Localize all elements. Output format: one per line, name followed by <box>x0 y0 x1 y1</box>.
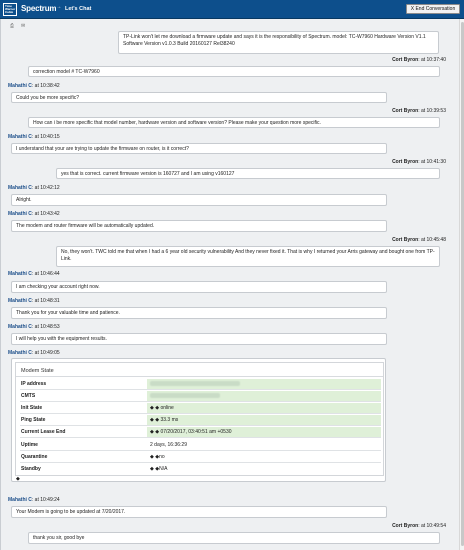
message-time: : at 10:41:30 <box>418 159 446 165</box>
twc-logo: Time Warner Cable <box>3 3 17 16</box>
agent-name: Mahathi C <box>8 211 32 217</box>
modem-row-key: CMTS <box>21 393 36 399</box>
modem-row-quarantine: Quarantine ◆ ◆no <box>20 452 381 463</box>
agent-name: Mahathi C <box>8 83 32 89</box>
message-time: : at 10:49:54 <box>418 523 446 529</box>
brand-arrow-icon: → <box>56 4 62 10</box>
agent-meta: Mahathi C: at 10:38:42 <box>8 83 60 89</box>
modem-row-value: ◆ ◆no <box>150 454 165 460</box>
message-time: : at 10:46:44 <box>31 271 60 277</box>
agent-name: Mahathi C <box>8 298 32 304</box>
agent-meta: Mahathi C: at 10:48:31 <box>8 298 60 304</box>
modem-row-key: Standby <box>21 466 41 472</box>
user-meta: Cort Byron: at 10:37:40 <box>300 57 446 63</box>
message-time: : at 10:45:48 <box>418 237 446 243</box>
user-message: No, they won't. TWC told me that when I … <box>56 246 440 267</box>
modem-row-ping-state: Ping State ◆ ◆ 33.3 ms <box>20 415 381 426</box>
agent-name: Mahathi C <box>8 324 32 330</box>
modem-row-value: ◆ ◆N/A <box>150 466 168 472</box>
agent-message: I will help you with the equipment resul… <box>11 333 387 345</box>
spectrum-brand: Spectrum→ <box>21 4 61 13</box>
modem-row-standby: Standby ◆ ◆N/A <box>20 464 381 475</box>
agent-meta: Mahathi C: at 10:40:15 <box>8 134 60 140</box>
message-time: : at 10:49:05 <box>31 350 60 356</box>
brand-text: Spectrum <box>21 4 57 13</box>
user-message: thank you sir, good bye <box>28 532 440 544</box>
modem-state-panel: Modem State IP address CMTS Init State ◆… <box>15 362 384 476</box>
agent-meta: Mahathi C: at 10:49:24 <box>8 497 60 503</box>
agent-message: Alright. <box>11 194 387 206</box>
divider <box>16 376 383 377</box>
user-meta: Cort Byron: at 10:49:54 <box>300 523 446 529</box>
message-time: : at 10:39:53 <box>418 108 446 114</box>
modem-row-ip-address: IP address <box>20 379 381 390</box>
message-time: : at 10:43:42 <box>31 211 60 217</box>
agent-name: Mahathi C <box>8 185 32 191</box>
modem-row-value: ◆ ◆ 07/20/2017, 03:40:51 am +0530 <box>147 427 381 437</box>
message-time: : at 10:49:24 <box>31 497 60 503</box>
user-meta: Cort Byron: at 10:41:30 <box>300 159 446 165</box>
agent-meta: Mahathi C: at 10:42:12 <box>8 185 60 191</box>
agent-meta: Mahathi C: at 10:49:05 <box>8 350 60 356</box>
modem-row-key: Quarantine <box>21 454 48 460</box>
message-time: : at 10:48:31 <box>31 298 60 304</box>
agent-name: Mahathi C <box>8 134 32 140</box>
message-time: : at 10:42:12 <box>31 185 60 191</box>
user-message: How can i be more specific that model nu… <box>28 117 440 128</box>
user-message: TP-Link won't let me download a firmware… <box>118 31 439 54</box>
modem-row-uptime: Uptime 2 days, 16:36:29 <box>20 440 381 451</box>
agent-message: I understand that your are trying to upd… <box>11 143 387 154</box>
modem-state-title: Modem State <box>21 368 54 374</box>
redacted-block <box>150 381 240 387</box>
modem-state-card: Modem State IP address CMTS Init State ◆… <box>11 358 386 482</box>
message-time: : at 10:38:42 <box>31 83 60 89</box>
user-name: Cort Byron <box>392 237 419 243</box>
modem-row-key: Ping State <box>21 417 46 423</box>
modem-row-value: ◆ ◆ online <box>147 403 381 413</box>
agent-name: Mahathi C <box>8 497 32 503</box>
modem-row-current-lease-end: Current Lease End ◆ ◆ 07/20/2017, 03:40:… <box>20 427 381 438</box>
modem-footer-glyph: ◆ <box>16 476 20 482</box>
modem-row-key: IP address <box>21 381 47 387</box>
agent-meta: Mahathi C: at 10:46:44 <box>8 271 60 277</box>
end-conversation-button[interactable]: X End Conversation <box>406 4 460 14</box>
chat-header: Time Warner Cable Spectrum→ Let's Chat X… <box>0 0 464 19</box>
agent-message: I am checking your account right now. <box>11 281 387 293</box>
print-icon[interactable]: ⎙ <box>10 23 14 29</box>
user-meta: Cort Byron: at 10:45:48 <box>300 237 446 243</box>
modem-row-value-redacted <box>147 391 381 401</box>
modem-row-value-redacted <box>147 379 381 389</box>
agent-meta: Mahathi C: at 10:48:53 <box>8 324 60 330</box>
agent-name: Mahathi C <box>8 271 32 277</box>
user-name: Cort Byron <box>392 159 419 165</box>
message-time: : at 10:37:40 <box>418 57 446 63</box>
agent-message: Could you be more specific? <box>11 92 387 103</box>
user-message: correction model # TC-W7960 <box>28 66 440 77</box>
message-time: : at 10:48:53 <box>31 324 60 330</box>
modem-row-key: Uptime <box>21 442 38 448</box>
user-message: yes that is correct. current firmware ve… <box>56 168 440 179</box>
page-title: Let's Chat <box>65 6 92 12</box>
user-name: Cort Byron <box>392 523 419 529</box>
modem-row-key: Init State <box>21 405 43 411</box>
modem-row-key: Current Lease End <box>21 429 66 435</box>
message-time: : at 10:40:15 <box>31 134 60 140</box>
user-name: Cort Byron <box>392 57 419 63</box>
modem-row-value: ◆ ◆ 33.3 ms <box>147 415 381 425</box>
modem-row-value: 2 days, 16:36:29 <box>150 442 187 448</box>
modem-row-init-state: Init State ◆ ◆ online <box>20 403 381 414</box>
agent-meta: Mahathi C: at 10:43:42 <box>8 211 60 217</box>
agent-message: Thank you for your valuable time and pat… <box>11 307 387 319</box>
agent-message: The modem and router firmware will be au… <box>11 220 387 232</box>
agent-name: Mahathi C <box>8 350 32 356</box>
user-name: Cort Byron <box>392 108 419 114</box>
modem-row-cmts: CMTS <box>20 391 381 402</box>
redacted-block <box>150 393 220 399</box>
save-icon[interactable]: ✉ <box>21 23 25 29</box>
agent-message: Your Modem is going to be updated at 7/2… <box>11 506 387 518</box>
chat-scrollbar[interactable] <box>459 19 464 550</box>
user-meta: Cort Byron: at 10:39:53 <box>300 108 446 114</box>
